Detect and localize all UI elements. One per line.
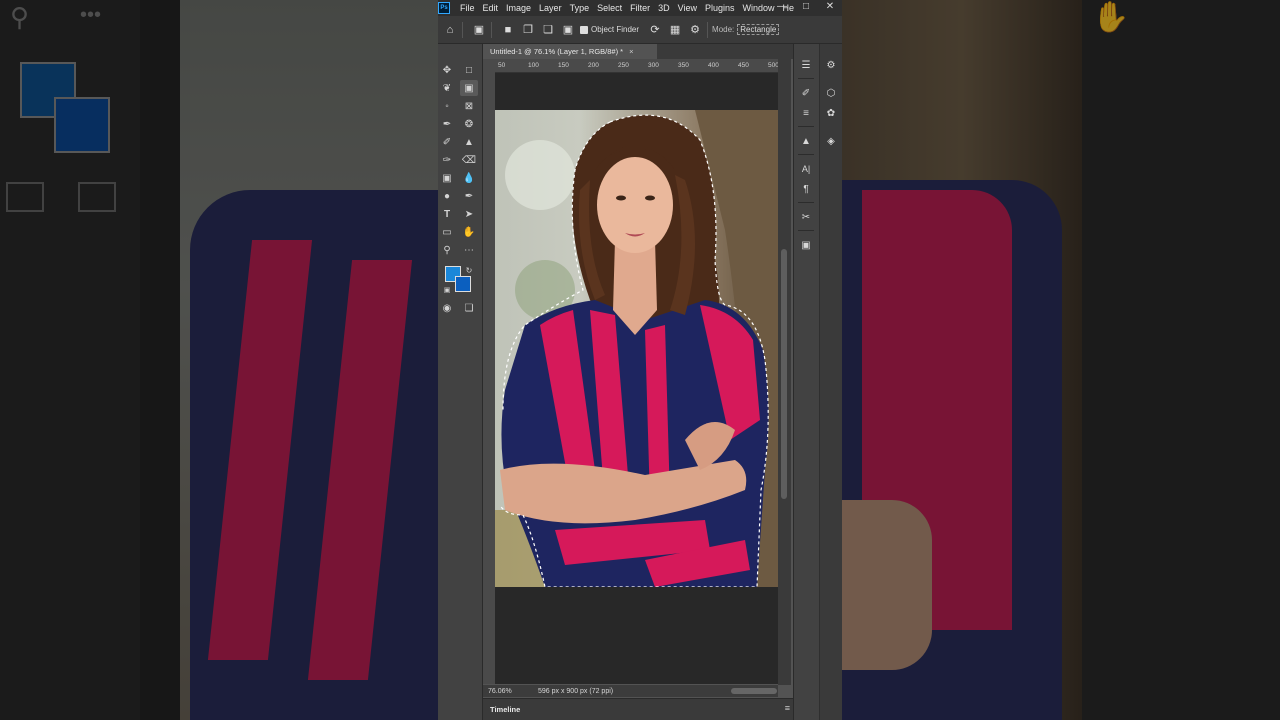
menu-edit[interactable]: Edit [479, 3, 503, 13]
default-colors-icon[interactable]: ▣ [438, 282, 456, 298]
eyedropper-icon[interactable]: ✒ [438, 116, 456, 132]
mode-label: Mode: [712, 25, 735, 34]
properties-icon[interactable]: ⚙ [823, 58, 839, 72]
pen-icon[interactable]: ✒ [460, 188, 478, 204]
rectangle-icon[interactable]: ▭ [438, 224, 456, 240]
settings-gear-icon[interactable]: ⚙ [687, 22, 703, 38]
refresh-icon[interactable]: ⟳ [647, 22, 663, 38]
right-panel-column: ☰ ✐ ≡ ▲ A| ¶ ✂ ▣ [794, 44, 820, 720]
subject-figure [499, 110, 778, 587]
color-panel-icon[interactable]: ✿ [823, 106, 839, 120]
photoshop-logo: Ps [438, 2, 450, 14]
menu-plugins[interactable]: Plugins [701, 3, 739, 13]
properties-panel-icon[interactable]: ▣ [798, 238, 814, 252]
object-finder-label: Object Finder [591, 25, 640, 34]
history-panel-icon[interactable]: ☰ [798, 58, 814, 72]
close-tab-icon[interactable]: × [629, 47, 633, 56]
zoom-icon[interactable]: ⚲ [438, 242, 456, 258]
canvas-area[interactable] [495, 73, 778, 684]
document-info[interactable]: 596 px x 900 px (72 ppi) [538, 688, 658, 695]
marquee-icon[interactable]: □ [460, 62, 478, 78]
quick-mask-icon[interactable]: ◉ [438, 300, 456, 316]
menu-layer[interactable]: Layer [535, 3, 566, 13]
gradient-icon[interactable]: ▣ [438, 170, 456, 186]
dodge-icon[interactable]: ● [438, 188, 456, 204]
clone-stamp-icon[interactable]: ▲ [460, 134, 478, 150]
menu-3d[interactable]: 3D [654, 3, 674, 13]
add-selection-icon[interactable]: ❐ [520, 22, 536, 38]
ruler-mark: 450 [738, 62, 749, 69]
ruler-mark: 200 [588, 62, 599, 69]
timeline-label: Timeline [490, 705, 521, 714]
vertical-scrollbar[interactable] [778, 59, 791, 685]
history-brush-icon[interactable]: ✑ [438, 152, 456, 168]
intersect-selection-icon[interactable]: ▣ [560, 22, 576, 38]
ruler-mark: 50 [498, 62, 506, 69]
background-right-blur: ✋ [842, 0, 1280, 720]
menu-select[interactable]: Select [593, 3, 626, 13]
timeline-menu-icon[interactable]: ≡ [785, 703, 790, 713]
mode-select[interactable]: Rectangle [737, 24, 780, 35]
type-icon[interactable]: T [438, 206, 456, 222]
tool-presets-icon[interactable]: ✂ [798, 210, 814, 224]
ruler-mark: 400 [708, 62, 719, 69]
layers-panel-icon[interactable]: ◈ [823, 134, 839, 148]
blur-icon[interactable]: 💧 [460, 170, 478, 186]
document-tab-title: Untitled-1 @ 76.1% (Layer 1, RGB/8#) * [490, 47, 624, 56]
background-color-swatch[interactable] [455, 276, 471, 292]
minimize-button[interactable]: — [770, 0, 794, 16]
screen-mode-icon[interactable]: ❏ [460, 300, 478, 316]
options-bar: ⌂ ▣ ■ ❐ ❏ ▣ Object Finder ⟳ ▦ ⚙ Mode: Re… [438, 16, 842, 44]
path-select-icon[interactable]: ➤ [460, 206, 478, 222]
lasso-icon[interactable]: ❦ [438, 80, 456, 96]
clone-source-icon[interactable]: ▲ [798, 134, 814, 148]
menu-file[interactable]: File [456, 3, 479, 13]
horizontal-ruler[interactable]: 50 100 150 200 250 300 350 400 450 500 [483, 59, 783, 73]
character-panel-icon[interactable]: A| [798, 162, 814, 176]
tool-preset-icon[interactable]: ▣ [471, 22, 487, 38]
move-icon[interactable]: ✥ [438, 62, 456, 78]
menu-type[interactable]: Type [566, 3, 594, 13]
vertical-scroll-thumb[interactable] [781, 249, 787, 499]
3d-panel-icon[interactable]: ⬡ [823, 86, 839, 100]
brush-icon[interactable]: ✐ [438, 134, 456, 150]
eraser-icon[interactable]: ⌫ [460, 152, 478, 168]
document-photo[interactable] [495, 110, 778, 587]
ruler-mark: 300 [648, 62, 659, 69]
home-icon[interactable]: ⌂ [442, 22, 458, 38]
frame-icon[interactable]: ⊠ [460, 98, 478, 114]
zoom-level[interactable]: 76.06% [488, 688, 538, 695]
menu-filter[interactable]: Filter [626, 3, 654, 13]
crop-icon[interactable]: ◦ [438, 98, 456, 114]
right-panel-dock: ☰ ✐ ≡ ▲ A| ¶ ✂ ▣ ⚙ ⬡ ✿ ◈ [793, 44, 842, 720]
hand-icon[interactable]: ✋ [460, 224, 478, 240]
timeline-panel[interactable]: Timeline ≡ [483, 698, 793, 720]
maximize-button[interactable]: □ [794, 0, 818, 16]
ruler-mark: 250 [618, 62, 629, 69]
ruler-mark: 350 [678, 62, 689, 69]
more-tools-icon[interactable]: ⋯ [460, 242, 478, 258]
spot-heal-icon[interactable]: ❂ [460, 116, 478, 132]
swap-colors-icon[interactable]: ↻ [460, 262, 478, 278]
close-window-button[interactable]: ✕ [818, 0, 842, 16]
brushes-panel-icon[interactable]: ✐ [798, 86, 814, 100]
document-tab[interactable]: Untitled-1 @ 76.1% (Layer 1, RGB/8#) * × [483, 44, 657, 59]
photoshop-window: Ps File Edit Image Layer Type Select Fil… [438, 0, 842, 720]
subtract-selection-icon[interactable]: ❏ [540, 22, 556, 38]
tools-panel: ✥ □ ❦ ▣ ◦ ⊠ ✒ ❂ ✐ ▲ ✑ ⌫ ▣ 💧 ● ✒ T ➤ ▭ ✋ … [438, 44, 483, 720]
adjustments-panel-icon[interactable]: ≡ [798, 106, 814, 120]
status-bar: 76.06% 596 px x 900 px (72 ppi) [483, 685, 778, 697]
horizontal-scroll-thumb[interactable] [731, 688, 777, 694]
ruler-mark: 150 [558, 62, 569, 69]
menu-bar: Ps File Edit Image Layer Type Select Fil… [438, 0, 842, 16]
object-finder-checkbox[interactable] [580, 25, 588, 34]
ruler-mark: 100 [528, 62, 539, 69]
object-select-icon[interactable]: ▣ [460, 80, 478, 96]
menu-view[interactable]: View [674, 3, 701, 13]
background-left-blur: ⚲ ••• [0, 0, 438, 720]
paragraph-panel-icon[interactable]: ¶ [798, 182, 814, 196]
show-all-objects-icon[interactable]: ▦ [667, 22, 683, 38]
new-selection-icon[interactable]: ■ [500, 22, 516, 38]
menu-image[interactable]: Image [502, 3, 535, 13]
